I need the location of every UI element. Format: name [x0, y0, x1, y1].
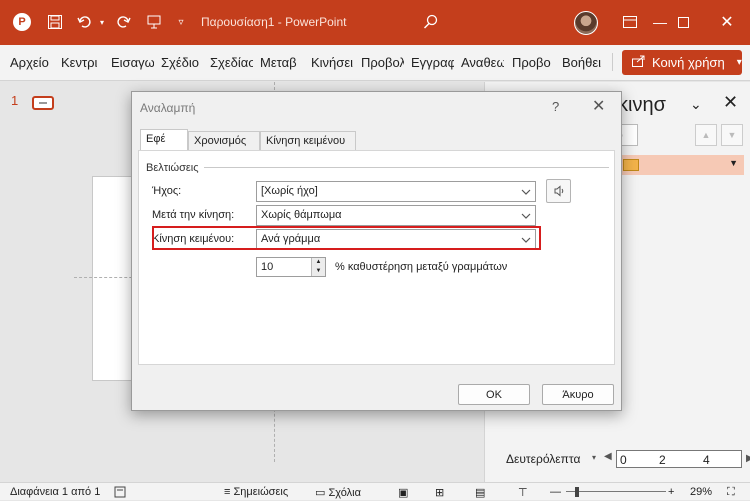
close-icon[interactable]: ✕	[592, 96, 605, 116]
normal-view-icon[interactable]: ▣	[398, 486, 408, 499]
zoom-in-icon[interactable]: +	[668, 486, 674, 498]
highlight-box	[152, 226, 541, 250]
delay-spinner[interactable]: 10 ▲ ▼	[256, 257, 326, 277]
timing-bar	[623, 159, 639, 171]
save-icon[interactable]	[46, 12, 64, 32]
fit-to-window-icon[interactable]: ⛶	[727, 486, 735, 499]
cancel-button[interactable]: Άκυρο	[542, 384, 614, 405]
zoom-out-icon[interactable]: —	[550, 486, 561, 498]
customize-toolbar-icon[interactable]: ▿	[175, 12, 187, 32]
chevron-down-icon[interactable]: ⌄	[690, 96, 702, 113]
tab-record[interactable]: Εγγραφ	[411, 55, 454, 70]
tab-view[interactable]: Προβο	[512, 55, 555, 70]
after-animation-label: Μετά την κίνηση:	[152, 209, 235, 221]
move-down-button[interactable]: ▼	[721, 124, 743, 146]
window-title: Παρουσίαση1 - PowerPoint	[201, 15, 347, 29]
search-icon[interactable]	[422, 12, 440, 32]
present-from-beginning-icon[interactable]	[145, 12, 163, 32]
tab-design[interactable]: Σχέδιο	[161, 55, 204, 70]
slideshow-icon[interactable]: ⊤	[518, 486, 528, 499]
chevron-down-icon[interactable]: ▼	[729, 158, 738, 168]
after-animation-select[interactable]: Χωρίς θάμπωμα	[256, 205, 536, 226]
notes-label: Σημειώσεις	[233, 486, 289, 498]
animation-effect-dialog: Αναλαμπή ? ✕ Εφέ Χρονισμός Κίνηση κειμέν…	[131, 91, 622, 411]
move-up-button[interactable]: ▲	[695, 124, 717, 146]
share-icon	[632, 55, 646, 70]
sound-select[interactable]: [Χωρίς ήχο]	[256, 181, 536, 202]
tab-draw[interactable]: Σχεδίασ	[210, 55, 253, 70]
chevron-down-icon[interactable]: ▾	[97, 12, 107, 32]
timeline-label[interactable]: Δευτερόλεπτα	[506, 452, 580, 466]
maximize-button[interactable]	[673, 12, 693, 32]
slide-thumbnails-pane: 1	[0, 82, 74, 482]
effect-panel: Βελτιώσεις Ήχος: [Χωρίς ήχο] Μετά την κί…	[138, 150, 615, 365]
comments-label: Σχόλια	[328, 487, 361, 499]
ribbon-display-options-icon[interactable]	[620, 12, 640, 32]
chevron-down-icon[interactable]	[519, 208, 533, 223]
tab-review[interactable]: Αναθεω	[461, 55, 504, 70]
accessibility-icon[interactable]	[114, 486, 126, 501]
powerpoint-logo-icon: P	[12, 12, 32, 32]
share-label: Κοινή χρήση	[652, 55, 725, 70]
animation-list-item[interactable]: ▼	[611, 155, 744, 175]
undo-icon[interactable]	[76, 12, 94, 32]
tab-animations[interactable]: Κινήσει	[311, 55, 354, 70]
redo-icon[interactable]	[114, 12, 132, 32]
ok-button[interactable]: ΟΚ	[458, 384, 530, 405]
tab-help[interactable]: Βοήθει	[562, 55, 605, 70]
sound-label: Ήχος:	[152, 185, 182, 197]
divider	[612, 53, 613, 71]
share-button[interactable]: Κοινή χρήση ▾	[622, 50, 742, 75]
after-animation-value: Χωρίς θάμπωμα	[261, 209, 342, 221]
timeline-tick: 0	[620, 453, 627, 467]
status-bar: Διαφάνεια 1 από 1 ≡ Σημειώσεις ▭ Σχόλια …	[0, 482, 750, 500]
divider	[204, 167, 609, 168]
pane-title: κινησ	[618, 94, 666, 116]
increment-icon[interactable]: ▲	[312, 258, 325, 267]
notes-button[interactable]: ≡ Σημειώσεις	[224, 486, 288, 498]
tab-timing[interactable]: Χρονισμός	[188, 131, 260, 150]
timeline: Δευτερόλεπτα ▾ ◀ 0 2 4 ▶	[506, 449, 750, 469]
minimize-button[interactable]: —	[650, 12, 670, 32]
title-bar: P ▾ ▿ Παρουσίαση1 - PowerPoint — ✕	[0, 0, 750, 45]
timeline-right-icon[interactable]: ▶	[746, 453, 750, 464]
slide-counter: Διαφάνεια 1 από 1	[10, 486, 101, 498]
comments-button[interactable]: ▭ Σχόλια	[315, 486, 361, 499]
tab-home[interactable]: Κεντρι	[61, 55, 104, 70]
zoom-slider-handle[interactable]	[575, 487, 579, 497]
decrement-icon[interactable]: ▼	[312, 267, 325, 276]
chevron-down-icon[interactable]: ▾	[592, 453, 596, 462]
tab-insert[interactable]: Εισαγω	[111, 55, 154, 70]
slide-number: 1	[11, 93, 19, 108]
tab-effect[interactable]: Εφέ	[140, 129, 188, 150]
slide-sorter-icon[interactable]: ⊞	[435, 486, 444, 499]
zoom-level[interactable]: 29%	[690, 486, 712, 498]
help-button[interactable]: ?	[552, 99, 559, 114]
delay-label: % καθυστέρηση μεταξύ γραμμάτων	[335, 261, 508, 273]
chevron-down-icon[interactable]: ▾	[737, 57, 742, 68]
close-window-button[interactable]: ✕	[717, 12, 737, 32]
tab-file[interactable]: Αρχείο	[10, 55, 52, 70]
timeline-tick: 2	[659, 453, 666, 467]
tab-transitions[interactable]: Μεταβ	[260, 55, 303, 70]
group-label: Βελτιώσεις	[146, 162, 199, 174]
timeline-tick: 4	[703, 453, 710, 467]
dialog-title: Αναλαμπή	[140, 101, 196, 115]
avatar[interactable]	[574, 11, 598, 35]
speaker-icon[interactable]	[546, 179, 571, 203]
delay-value: 10	[261, 261, 274, 273]
tab-text-animation[interactable]: Κίνηση κειμένου	[260, 131, 356, 150]
timeline-left-icon[interactable]: ◀	[604, 451, 612, 462]
timeline-scale: 0 2 4	[616, 450, 742, 468]
ribbon-tabs: Αρχείο Κεντρι Εισαγω Σχέδιο Σχεδίασ Μετα…	[0, 45, 750, 81]
reading-view-icon[interactable]: ▤	[475, 486, 485, 499]
chevron-down-icon[interactable]	[519, 184, 533, 199]
zoom-slider[interactable]	[566, 491, 666, 492]
close-icon[interactable]: ✕	[723, 92, 738, 113]
sound-value: [Χωρίς ήχο]	[261, 185, 318, 197]
slide-thumbnail[interactable]	[32, 96, 54, 110]
tab-slideshow[interactable]: Προβολ	[361, 55, 404, 70]
